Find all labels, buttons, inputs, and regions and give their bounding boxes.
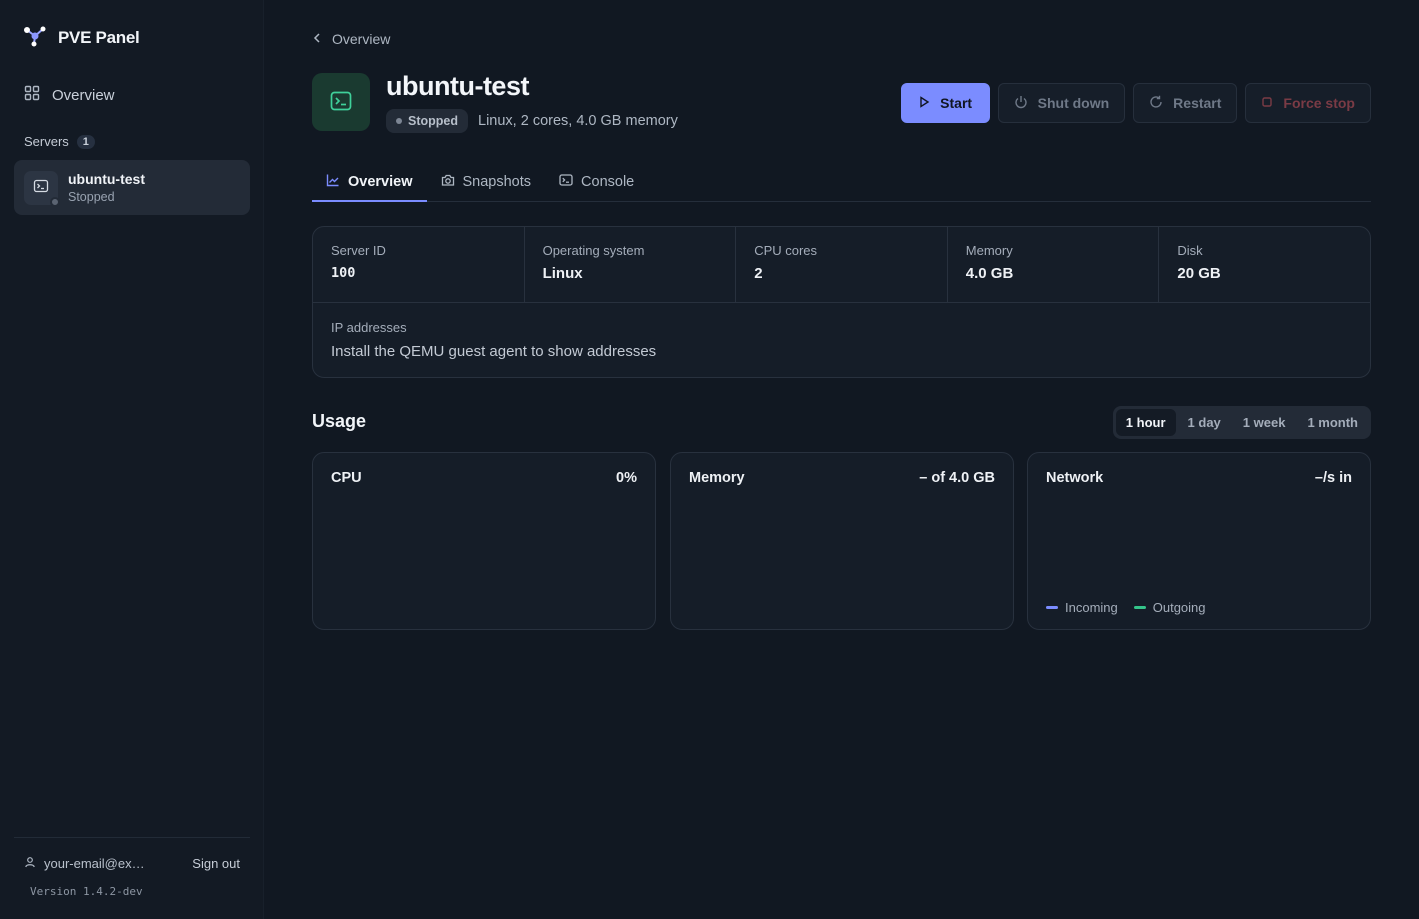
grid-icon	[24, 85, 40, 105]
metric-title: Network	[1046, 470, 1104, 486]
tab-label: Console	[581, 174, 635, 190]
info-value: Linux	[542, 265, 583, 282]
usage-heading: Usage	[312, 411, 367, 431]
info-os: Operating system Linux	[525, 227, 737, 302]
range-1-day[interactable]: 1 day	[1178, 409, 1231, 436]
vm-summary: Linux, 2 cores, 4.0 GB memory	[478, 113, 678, 129]
terminal-icon	[329, 89, 353, 116]
ip-message: Install the QEMU guest agent to show add…	[331, 343, 657, 360]
stop-icon	[1261, 95, 1273, 111]
vm-actions: Start Shut down Restart Force stop	[900, 83, 1371, 123]
status-badge-label: Stopped	[408, 114, 458, 128]
servers-count-badge: 1	[76, 134, 95, 149]
sidebar-footer: your-email@exampl... Sign out Version 1.…	[14, 837, 250, 898]
restart-button[interactable]: Restart	[1133, 83, 1238, 123]
info-label: Memory	[965, 243, 1013, 258]
network-usage-card: Network –/s in Incoming Outgoing	[1027, 452, 1371, 630]
chevron-left-icon	[312, 31, 322, 47]
server-name: ubuntu-test	[68, 171, 145, 187]
camera-icon	[441, 173, 455, 191]
info-ip-addresses: IP addresses Install the QEMU guest agen…	[313, 303, 1370, 377]
chart-line-icon	[326, 173, 340, 191]
breadcrumb-label: Overview	[332, 31, 391, 47]
breadcrumb-back[interactable]: Overview	[312, 31, 390, 47]
sidebar-item-label: Overview	[52, 86, 115, 104]
vm-info-card: Server ID 100 Operating system Linux CPU…	[312, 226, 1371, 378]
legend-outgoing: Outgoing	[1133, 600, 1206, 615]
info-label: Disk	[1177, 243, 1203, 258]
info-value: 2	[754, 265, 763, 282]
terminal-icon	[559, 173, 573, 191]
sidebar-item-overview[interactable]: Overview	[14, 80, 250, 110]
metric-value: 0%	[616, 470, 637, 486]
user-email: your-email@exampl...	[44, 856, 146, 871]
app-title: PVE Panel	[58, 27, 140, 47]
legend-incoming: Incoming	[1046, 600, 1118, 615]
restart-label: Restart	[1173, 95, 1222, 111]
legend-swatch	[1046, 606, 1058, 609]
info-label: Server ID	[331, 243, 386, 258]
sign-out-button[interactable]: Sign out	[192, 856, 240, 871]
terminal-icon	[33, 178, 49, 197]
vm-header: ubuntu-test Stopped Linux, 2 cores, 4.0 …	[312, 71, 1371, 133]
servers-label: Servers	[24, 134, 69, 149]
metric-title: CPU	[331, 470, 362, 486]
time-range-selector: 1 hour 1 day 1 week 1 month	[1112, 406, 1371, 439]
network-legend: Incoming Outgoing	[1046, 600, 1206, 615]
info-value: 20 GB	[1177, 265, 1221, 282]
restart-icon	[1149, 95, 1163, 112]
info-value: 4.0 GB	[965, 265, 1014, 282]
page-title: ubuntu-test	[386, 71, 529, 101]
info-memory: Memory 4.0 GB	[948, 227, 1160, 302]
servers-section-header: Servers 1	[24, 134, 95, 149]
tab-overview[interactable]: Overview	[312, 163, 427, 202]
status-dot	[50, 196, 60, 207]
play-icon	[918, 95, 930, 111]
logo-icon	[22, 24, 48, 51]
info-cpu: CPU cores 2	[736, 227, 948, 302]
force-stop-label: Force stop	[1283, 95, 1355, 111]
brand[interactable]: PVE Panel	[22, 24, 140, 51]
info-value: 100	[331, 265, 356, 281]
sidebar: PVE Panel Overview Servers 1 ubuntu-test…	[0, 0, 264, 919]
range-1-month[interactable]: 1 month	[1297, 409, 1368, 436]
legend-label: Incoming	[1065, 600, 1118, 615]
info-label: Operating system	[542, 243, 645, 258]
metric-title: Memory	[689, 470, 745, 486]
legend-swatch	[1133, 606, 1146, 609]
info-server-id: Server ID 100	[313, 227, 525, 302]
vm-icon-box	[312, 73, 370, 131]
tab-bar: Overview Snapshots Console	[312, 163, 1371, 202]
start-label: Start	[940, 95, 973, 111]
metric-value: – of 4.0 GB	[919, 470, 995, 486]
tab-label: Overview	[348, 173, 413, 190]
cpu-usage-card: CPU 0%	[312, 452, 656, 630]
power-icon	[1014, 95, 1028, 112]
user-icon	[24, 856, 36, 871]
status-dot	[396, 118, 402, 124]
start-button[interactable]: Start	[900, 83, 990, 123]
range-1-week[interactable]: 1 week	[1233, 409, 1296, 436]
force-stop-button[interactable]: Force stop	[1245, 83, 1371, 123]
legend-label: Outgoing	[1152, 600, 1206, 615]
tab-console[interactable]: Console	[545, 163, 648, 201]
info-disk: Disk 20 GB	[1159, 227, 1370, 302]
sidebar-item-server[interactable]: ubuntu-test Stopped	[14, 160, 250, 215]
user-info: your-email@exampl...	[24, 856, 146, 871]
info-label: IP addresses	[331, 320, 407, 335]
shutdown-button[interactable]: Shut down	[997, 83, 1126, 123]
version-label: Version 1.4.2-dev	[30, 885, 143, 898]
info-label: CPU cores	[754, 243, 818, 258]
server-avatar	[24, 170, 60, 207]
shutdown-label: Shut down	[1037, 95, 1110, 111]
tab-label: Snapshots	[462, 174, 532, 190]
range-1-hour[interactable]: 1 hour	[1115, 409, 1176, 436]
memory-usage-card: Memory – of 4.0 GB	[670, 452, 1014, 630]
status-badge: Stopped	[386, 109, 468, 133]
server-status: Stopped	[68, 190, 115, 204]
metric-value: –/s in	[1314, 470, 1352, 486]
tab-snapshots[interactable]: Snapshots	[427, 163, 546, 201]
